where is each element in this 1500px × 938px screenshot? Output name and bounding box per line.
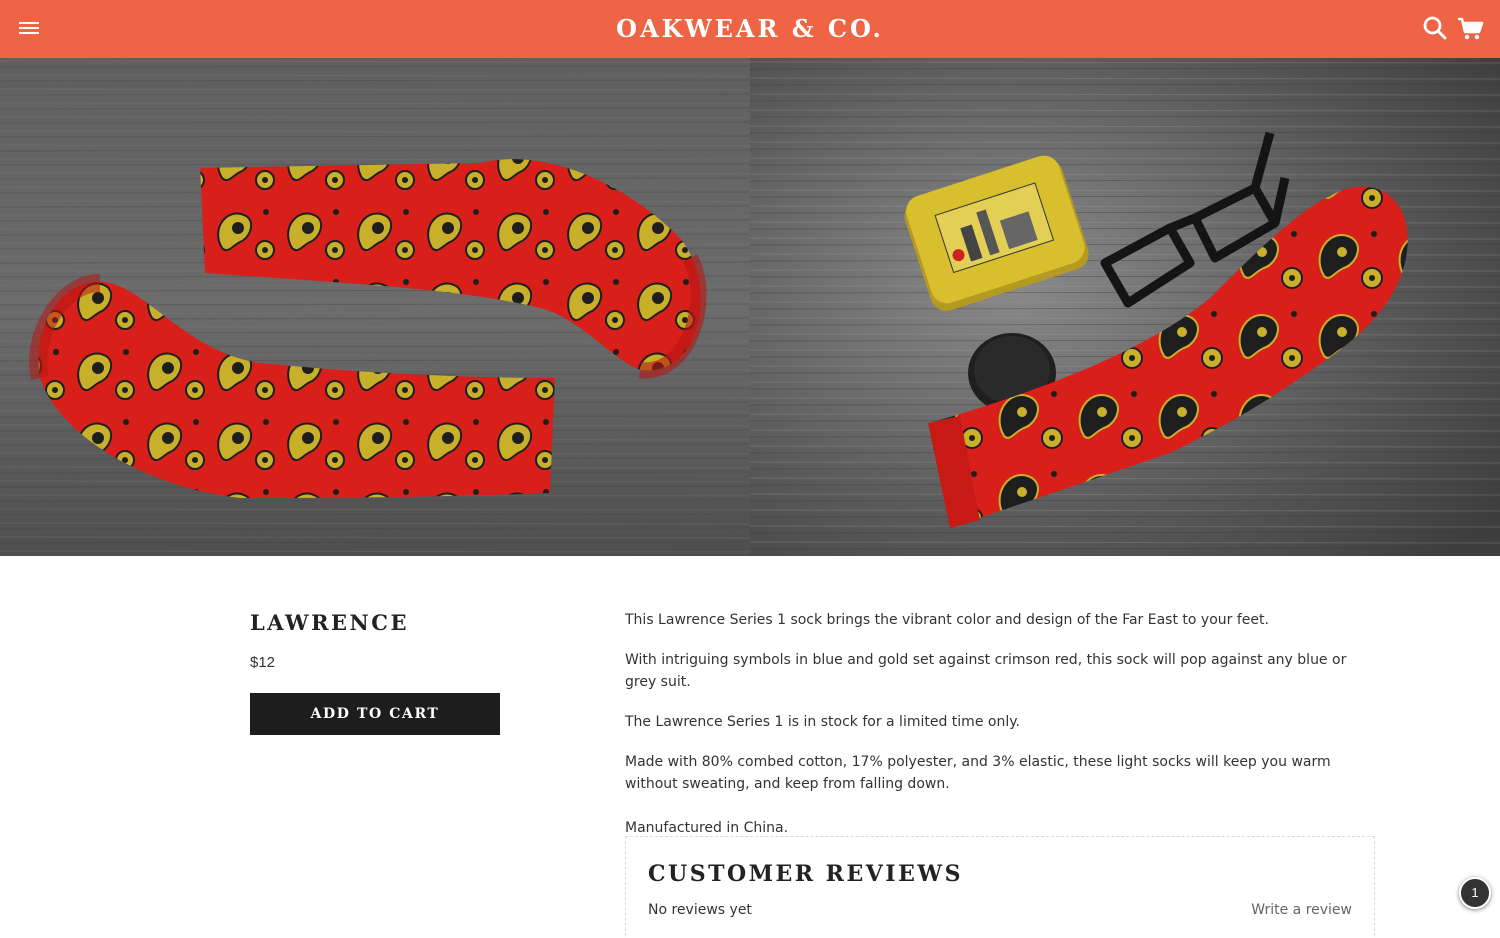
description-paragraph: This Lawrence Series 1 sock brings the v… — [625, 612, 1269, 628]
customer-reviews-section: CUSTOMER REVIEWS No reviews yet Write a … — [625, 836, 1375, 938]
menu-icon[interactable] — [18, 19, 40, 37]
search-icon[interactable] — [1422, 15, 1448, 41]
product-title: LAWRENCE — [250, 610, 409, 635]
add-to-cart-button[interactable]: ADD TO CART — [250, 693, 500, 735]
product-image-lifestyle[interactable] — [750, 58, 1500, 556]
brand-name[interactable]: OAKWEAR & CO. — [616, 14, 884, 43]
product-price: $12 — [250, 654, 276, 671]
no-reviews-text: No reviews yet — [648, 902, 752, 918]
description-paragraph: The Lawrence Series 1 is in stock for a … — [625, 714, 1020, 730]
product-gallery — [0, 58, 1500, 556]
cart-icon[interactable] — [1456, 15, 1484, 41]
product-image-socks-pair[interactable] — [0, 58, 750, 556]
write-review-link[interactable]: Write a review — [1251, 902, 1352, 918]
description-paragraph: Made with 80% combed cotton, 17% polyest… — [625, 754, 1331, 792]
product-description: This Lawrence Series 1 sock brings the v… — [625, 609, 1375, 857]
description-paragraph: With intriguing symbols in blue and gold… — [625, 652, 1347, 690]
brand-logo: OAKWEAR & CO. — [0, 14, 1500, 43]
site-header: OAKWEAR & CO. — [0, 0, 1500, 58]
notification-badge[interactable]: 1 — [1459, 877, 1491, 909]
reviews-title: CUSTOMER REVIEWS — [648, 861, 963, 887]
